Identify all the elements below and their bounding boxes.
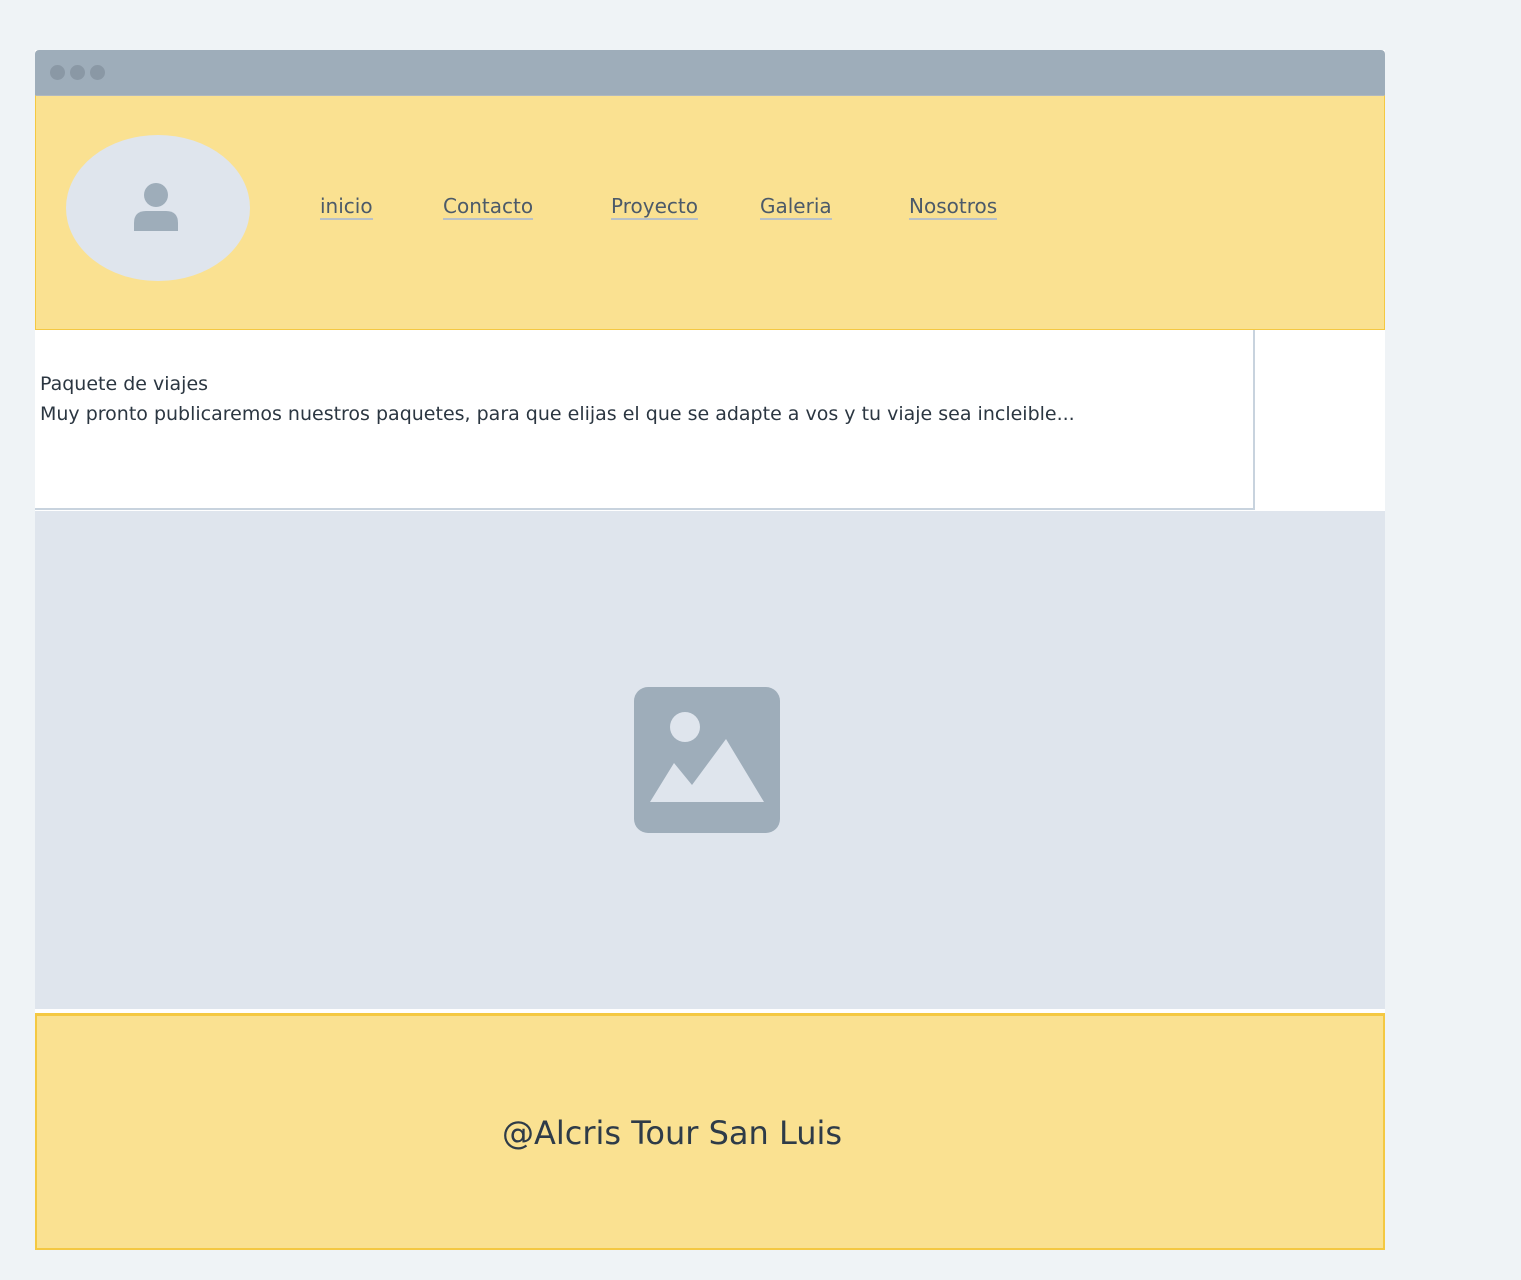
user-icon (134, 183, 178, 231)
nav-link-inicio[interactable]: inicio (320, 194, 373, 220)
window-dot-icon (70, 65, 85, 80)
site-header: inicio Contacto Proyecto Galeria Nosotro… (35, 95, 1385, 330)
window-dot-icon (50, 65, 65, 80)
section-text: Muy pronto publicaremos nuestros paquete… (40, 403, 1075, 425)
window-dot-icon (90, 65, 105, 80)
image-placeholder-icon (634, 687, 780, 833)
section-heading: Paquete de viajes (40, 373, 209, 395)
nav-link-nosotros[interactable]: Nosotros (909, 194, 998, 220)
hero-image-placeholder (35, 511, 1385, 1009)
site-footer: @Alcris Tour San Luis (35, 1013, 1385, 1250)
nav-link-galeria[interactable]: Galeria (760, 194, 832, 220)
footer-brand: @Alcris Tour San Luis (502, 1114, 843, 1152)
nav-link-proyecto[interactable]: Proyecto (611, 194, 698, 220)
nav-link-contacto[interactable]: Contacto (443, 194, 534, 220)
browser-window: inicio Contacto Proyecto Galeria Nosotro… (35, 50, 1385, 1250)
avatar (66, 135, 250, 281)
window-titlebar (35, 50, 1385, 95)
content-section: Paquete de viajes Muy pronto publicaremo… (35, 330, 1255, 510)
